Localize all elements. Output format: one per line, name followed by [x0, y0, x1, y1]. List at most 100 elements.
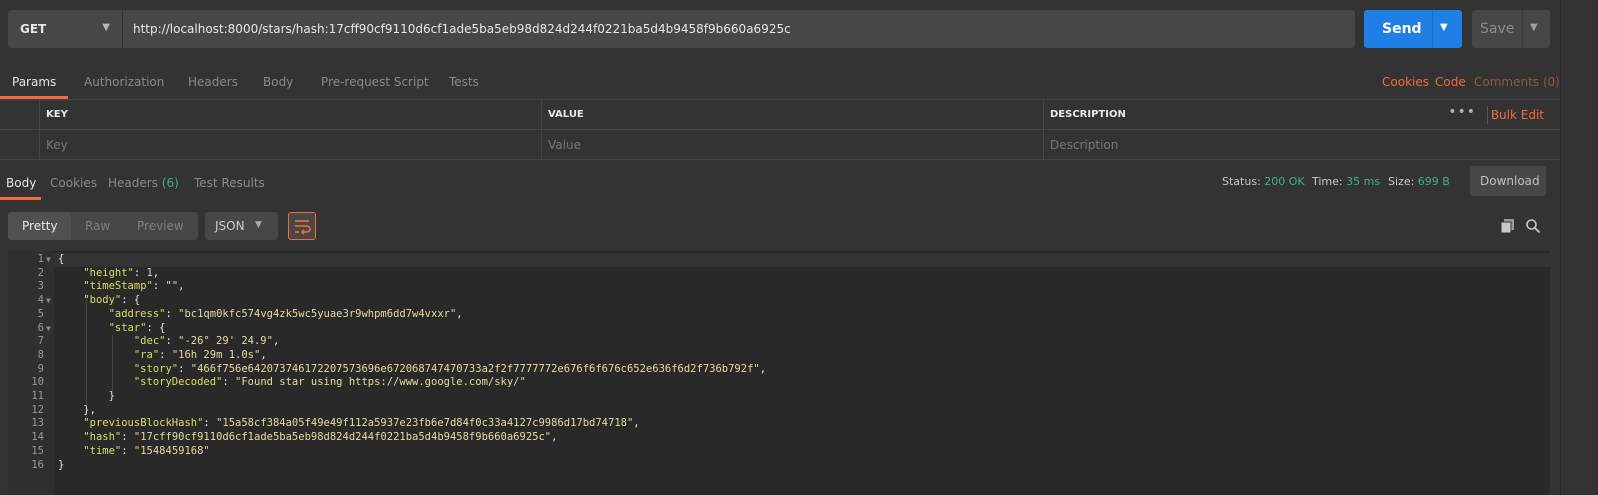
- more-options-icon[interactable]: •••: [1448, 104, 1476, 120]
- request-bar: GET ▼ http://localhost:8000/stars/hash:1…: [0, 0, 1598, 60]
- line-number: 1: [37, 253, 44, 265]
- code-line: "storyDecoded": "Found star using https:…: [133, 376, 526, 389]
- value-column-header: VALUE: [541, 100, 1043, 130]
- wrap-lines-button[interactable]: [288, 212, 316, 240]
- code-line: "hash": "17cff90cf9110d6cf1ade5ba5eb98d8…: [83, 431, 558, 444]
- chevron-down-icon: ▼: [255, 220, 262, 230]
- code-line: "timeStamp": "",: [83, 280, 185, 293]
- tab-pre-request-script[interactable]: Pre-request Script: [321, 75, 429, 89]
- request-tabs: Params Authorization Headers Body Pre-re…: [0, 66, 1560, 100]
- code-line: "story": "466f756e642073746172207573696e…: [133, 362, 767, 375]
- right-panel-border: [1560, 0, 1561, 495]
- tab-authorization[interactable]: Authorization: [84, 75, 164, 89]
- chevron-down-icon: ▼: [102, 22, 110, 33]
- wrap-icon: [295, 220, 311, 235]
- send-options-chevron-icon[interactable]: ▼: [1440, 22, 1448, 33]
- description-input[interactable]: Description: [1043, 130, 1560, 160]
- download-button[interactable]: Download: [1470, 166, 1546, 196]
- time-label: Time:: [1312, 175, 1343, 188]
- code-line: "time": "1548459168": [83, 444, 210, 457]
- status-value: 200 OK: [1264, 175, 1305, 188]
- size-label: Size:: [1388, 175, 1415, 188]
- time-readout: Time: 35 ms: [1312, 175, 1380, 188]
- fold-arrow-icon[interactable]: ▼: [46, 296, 51, 305]
- line-number: 10: [31, 376, 44, 389]
- comments-link[interactable]: Comments (0): [1474, 75, 1560, 89]
- code-line: "star": {: [108, 321, 166, 334]
- tab-test-results[interactable]: Test Results: [194, 176, 265, 190]
- url-input[interactable]: http://localhost:8000/stars/hash:17cff90…: [123, 10, 1355, 48]
- send-label: Send: [1382, 21, 1422, 37]
- tab-response-cookies[interactable]: Cookies: [50, 176, 97, 190]
- line-number: 15: [31, 444, 44, 457]
- header-divider: [1487, 106, 1488, 124]
- tab-response-body[interactable]: Body: [6, 176, 36, 190]
- line-number: 5: [37, 307, 44, 320]
- save-options-chevron-icon[interactable]: ▼: [1530, 22, 1538, 33]
- line-number: 2: [37, 266, 44, 279]
- save-divider: [1522, 10, 1523, 48]
- fold-arrow-icon[interactable]: ▼: [46, 324, 51, 333]
- code-line: "dec": "-26° 29' 24.9",: [133, 335, 280, 348]
- copy-icon[interactable]: [1500, 218, 1516, 237]
- size-readout: Size: 699 B: [1388, 175, 1450, 188]
- line-number: 4: [37, 294, 44, 307]
- tab-response-headers[interactable]: Headers (6): [108, 176, 179, 190]
- code-line: "body": {: [83, 294, 141, 307]
- method-select[interactable]: GET ▼: [8, 10, 122, 48]
- response-body-viewer[interactable]: 1 ▼{2 "height": 1, 3 "timeStamp": "", 4 ▼ "b…: [8, 251, 1550, 495]
- params-header-row: KEY VALUE DESCRIPTION ••• Bulk Edit: [0, 100, 1560, 130]
- code-line: },: [58, 403, 96, 416]
- current-line-highlight: [54, 253, 1550, 267]
- size-value: 699 B: [1417, 175, 1450, 188]
- tab-params[interactable]: Params: [12, 75, 56, 89]
- save-button[interactable]: Save ▼: [1472, 10, 1550, 48]
- code-line: "height": 1,: [83, 266, 160, 279]
- fold-arrow-icon[interactable]: ▼: [46, 255, 51, 264]
- status-readout: Status: 200 OK: [1222, 175, 1305, 188]
- line-number: 7: [37, 335, 44, 348]
- code-line: "address": "bc1qm0kfc574vg4zk5wc5yuae3r9…: [108, 307, 463, 320]
- line-number: 11: [31, 390, 44, 402]
- line-number: 12: [31, 403, 44, 416]
- line-number: 13: [31, 417, 44, 430]
- send-divider: [1432, 10, 1433, 48]
- active-response-tab-indicator: [0, 197, 41, 200]
- save-label: Save: [1480, 21, 1515, 37]
- bulk-edit-link[interactable]: Bulk Edit: [1491, 108, 1544, 122]
- line-number: 9: [37, 362, 44, 375]
- search-icon[interactable]: [1525, 218, 1541, 237]
- send-button[interactable]: Send ▼: [1364, 10, 1462, 48]
- pretty-button[interactable]: Pretty: [22, 219, 58, 233]
- method-label: GET: [20, 22, 47, 36]
- code-line: {: [58, 253, 65, 265]
- time-value: 35 ms: [1346, 175, 1381, 188]
- status-label: Status:: [1222, 175, 1261, 188]
- code-line: "previousBlockHash": "15a58cf384a05f49e4…: [83, 417, 640, 430]
- headers-tab-label: Headers: [108, 176, 158, 190]
- preview-button[interactable]: Preview: [137, 219, 184, 233]
- response-tabs: Body Cookies Headers (6) Test Results St…: [0, 166, 1560, 200]
- params-input-row: Key Value Description: [0, 130, 1560, 160]
- tab-tests[interactable]: Tests: [449, 75, 479, 89]
- code-line: }: [58, 390, 115, 402]
- line-number: 16: [31, 458, 44, 471]
- headers-count-badge: (6): [161, 176, 179, 190]
- code-link[interactable]: Code: [1435, 75, 1466, 89]
- params-table: KEY VALUE DESCRIPTION ••• Bulk Edit Key …: [0, 100, 1560, 160]
- view-mode-segmented: Pretty Raw Preview: [8, 212, 198, 240]
- key-column-header: KEY: [39, 100, 542, 130]
- tab-headers[interactable]: Headers: [188, 75, 238, 89]
- format-label: JSON: [215, 219, 245, 233]
- format-select[interactable]: JSON ▼: [205, 212, 278, 240]
- code-line: }: [58, 458, 65, 471]
- tab-body[interactable]: Body: [263, 75, 293, 89]
- line-number: 14: [31, 431, 44, 444]
- raw-button[interactable]: Raw: [85, 219, 110, 233]
- cookies-link[interactable]: Cookies: [1382, 75, 1429, 89]
- code-line: "ra": "16h 29m 1.0s",: [133, 348, 267, 361]
- line-number: 3: [37, 280, 44, 293]
- value-input[interactable]: Value: [541, 130, 1043, 160]
- key-input[interactable]: Key: [39, 130, 542, 160]
- active-tab-indicator: [0, 96, 68, 99]
